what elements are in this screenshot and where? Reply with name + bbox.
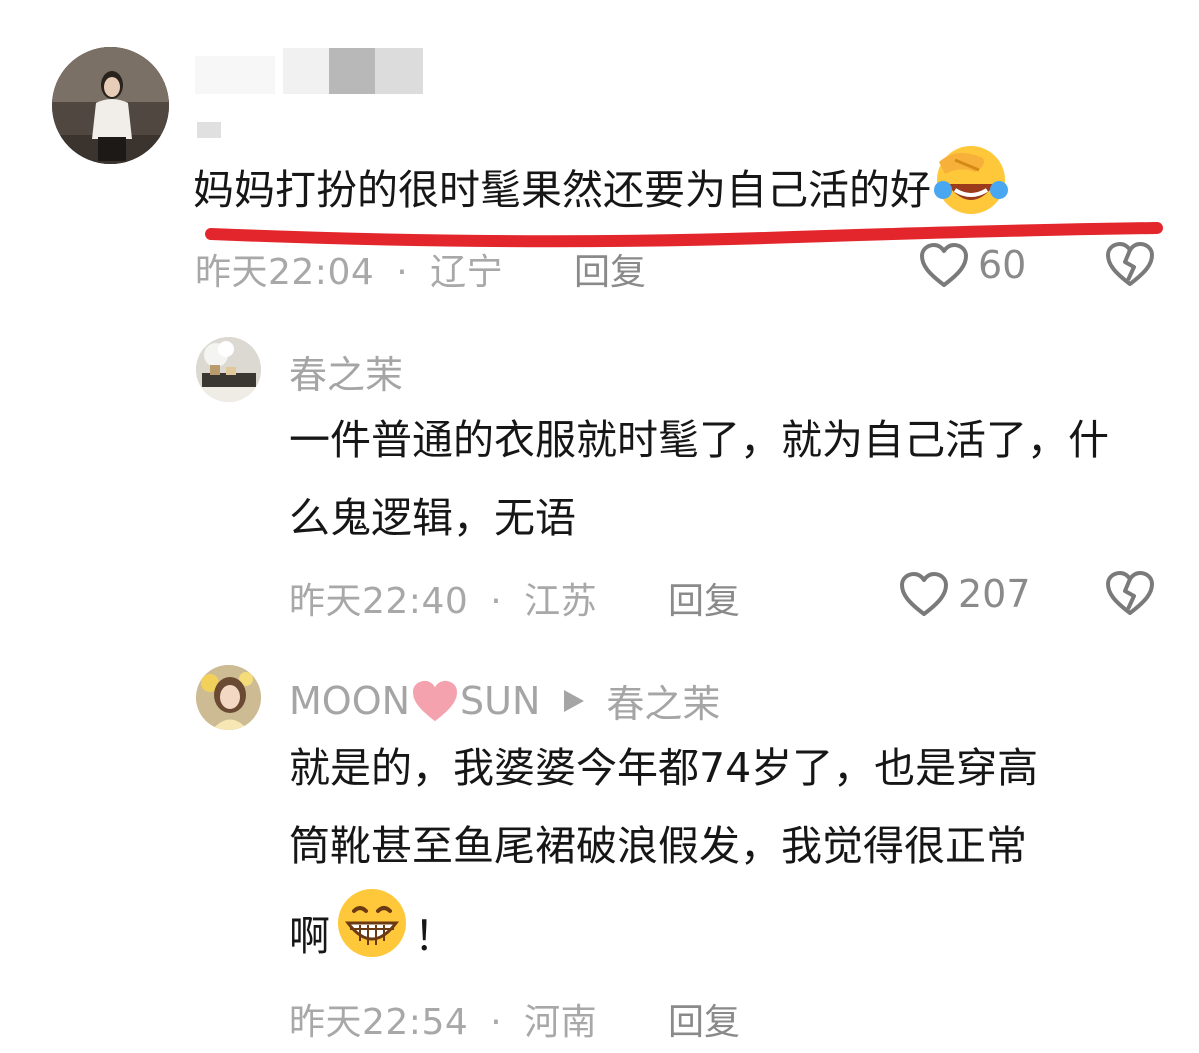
reply-button[interactable]: 回复	[574, 243, 646, 295]
heart-outline-icon	[920, 243, 968, 287]
comment-text: 一件普通的衣服就时髦了，就为自己活了，什么鬼逻辑，无语	[289, 416, 1109, 542]
dislike-button[interactable]	[1104, 240, 1156, 292]
meta-separator: ·	[490, 1002, 503, 1043]
avatar-photo	[196, 337, 261, 402]
comment-location: 辽宁	[430, 252, 504, 293]
reply-button[interactable]: 回复	[668, 993, 740, 1045]
comment-location: 河南	[524, 1002, 598, 1043]
comment-text-line: 啊 ！	[289, 885, 1179, 986]
like-button[interactable]: 207	[898, 569, 1031, 619]
comment-text-content: 妈妈打扮的很时髦果然还要为自己活的好	[193, 166, 931, 214]
comment-time: 昨天22:54	[289, 1002, 469, 1043]
meta-separator: ·	[396, 252, 409, 293]
username-part-1: MOON	[289, 678, 411, 723]
comment-meta: 昨天22:04 · 辽宁	[195, 243, 503, 295]
comment-time: 昨天22:40	[289, 581, 469, 622]
comment-text: 就是的，我婆婆今年都74岁了，也是穿高 筒靴甚至鱼尾裙破浪假发，我觉得很正常 啊…	[289, 729, 1179, 986]
comment-text-part: 啊	[289, 911, 330, 960]
username[interactable]: 春之茉	[289, 344, 403, 399]
comment-text-line: 筒靴甚至鱼尾裙破浪假发，我觉得很正常	[289, 822, 1027, 870]
like-count: 207	[958, 572, 1031, 616]
like-count: 60	[978, 243, 1027, 287]
comment-text-line: 就是的，我婆婆今年都74岁了，也是穿高	[289, 744, 1039, 792]
reply-header: MOON SUN 春之茉	[289, 673, 720, 728]
broken-heart-icon	[1106, 571, 1154, 615]
comment-text-part: ！	[414, 911, 455, 960]
username-part-2: SUN	[460, 678, 541, 723]
comment-location: 江苏	[524, 581, 598, 622]
user-avatar[interactable]	[196, 665, 261, 730]
avatar-photo	[52, 47, 169, 164]
reply-to-username[interactable]: 春之茉	[606, 673, 720, 728]
comment-meta: 昨天22:54 · 河南	[289, 993, 597, 1045]
username[interactable]: MOON SUN	[289, 679, 540, 723]
reply-arrow-icon	[564, 689, 585, 712]
heart-outline-icon	[900, 572, 948, 616]
meta-separator: ·	[490, 581, 503, 622]
pink-heart-icon	[413, 680, 458, 721]
reply-button[interactable]: 回复	[668, 572, 740, 624]
comment-meta: 昨天22:40 · 江苏	[289, 572, 597, 624]
comment-time: 昨天22:04	[195, 252, 375, 293]
masked-username	[195, 48, 425, 138]
like-button[interactable]: 60	[918, 240, 1026, 290]
broken-heart-icon	[1106, 242, 1154, 286]
avatar-photo	[196, 665, 261, 730]
dislike-button[interactable]	[1104, 569, 1156, 621]
user-avatar[interactable]	[52, 47, 169, 164]
user-avatar[interactable]	[196, 337, 261, 402]
grinning-face-emoji-icon	[334, 885, 410, 986]
